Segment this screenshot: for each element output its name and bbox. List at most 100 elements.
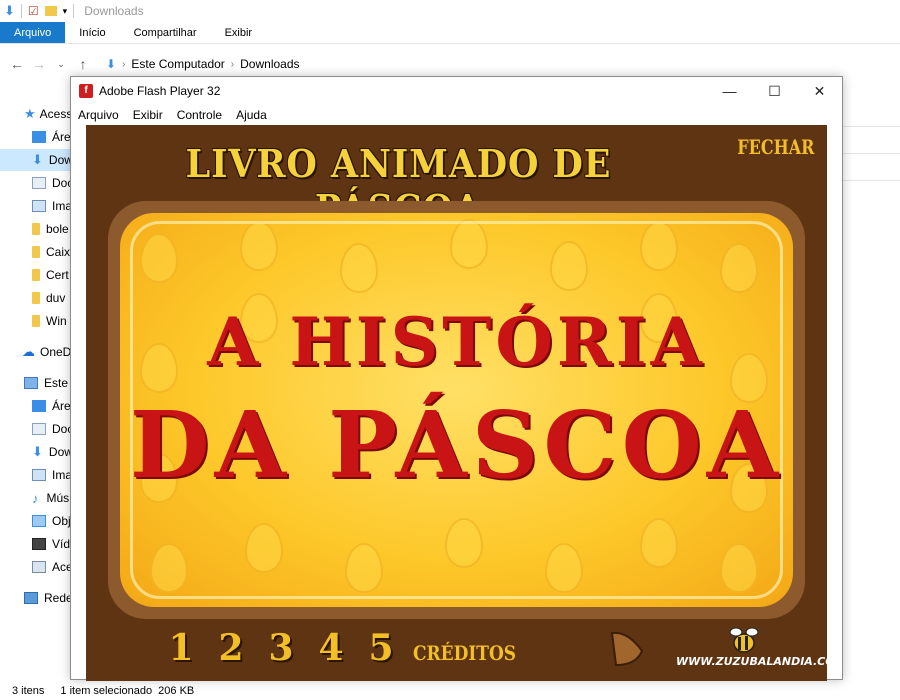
chevron-right-icon[interactable]: › — [122, 59, 125, 70]
tab-exibir[interactable]: Exibir — [211, 22, 267, 43]
address-row: ← → ⌄ ↑ ⬇ › Este Computador › Downloads — [0, 52, 900, 76]
folder-icon[interactable] — [44, 6, 57, 16]
download-icon: ⬇ — [32, 152, 43, 167]
computer-icon — [24, 377, 38, 389]
separator — [20, 4, 22, 18]
file-list-area — [842, 100, 900, 210]
bee-mascot-icon — [729, 627, 759, 653]
properties-icon[interactable]: ☑ — [28, 4, 39, 18]
back-arrow-icon[interactable]: ← — [6, 56, 28, 72]
page-3-button[interactable]: 3 — [256, 627, 306, 669]
maximize-button[interactable]: ☐ — [752, 77, 797, 105]
separator — [73, 4, 75, 18]
address-bar[interactable]: ⬇ › Este Computador › Downloads — [100, 53, 306, 75]
flash-stage[interactable]: LIVRO ANIMADO DE PÁSCOA FECHAR — [86, 125, 827, 681]
document-icon — [32, 423, 46, 435]
folder-icon — [32, 223, 40, 235]
document-icon — [32, 177, 46, 189]
up-arrow-icon[interactable]: ↑ — [72, 56, 94, 72]
sidebar-item-rede[interactable]: Rede — [0, 587, 75, 609]
close-button[interactable]: ✕ — [797, 77, 842, 105]
recent-dropdown-icon[interactable]: ⌄ — [50, 59, 72, 70]
music-icon: ♪ — [32, 490, 39, 506]
sidebar-item-area[interactable]: Área — [0, 126, 75, 148]
sidebar-item-downloads-2[interactable]: ⬇ Dow — [0, 441, 75, 463]
pin-icon: ★ — [24, 106, 36, 121]
next-arrow-icon[interactable] — [610, 629, 644, 669]
cover-board: A HISTÓRIA DA PÁSCOA — [108, 201, 805, 619]
sidebar-item-objetos-3d[interactable]: Obj — [0, 510, 75, 532]
quick-access-toolbar: ⬇ ☑ ▾ Downloads — [0, 0, 900, 22]
item-count: 3 itens — [12, 685, 45, 697]
sidebar-item-onedrive[interactable]: ☁ OneD — [0, 341, 75, 363]
breadcrumb-downloads[interactable]: Downloads — [240, 57, 299, 71]
sidebar-item-documentos-2[interactable]: Doc — [0, 418, 75, 440]
tab-inicio[interactable]: Início — [65, 22, 119, 43]
sidebar-item-imagens-2[interactable]: Ima — [0, 464, 75, 486]
menu-exibir[interactable]: Exibir — [126, 108, 170, 122]
download-icon: ⬇ — [32, 444, 43, 459]
page-2-button[interactable]: 2 — [206, 627, 256, 669]
navigation-pane: ★ Acess Área ⬇ Dow Doc Ima bole Caix Cert … — [0, 100, 75, 615]
menu-controle[interactable]: Controle — [170, 108, 229, 122]
page-1-button[interactable]: 1 — [156, 627, 206, 669]
sidebar-item-caix[interactable]: Caix — [0, 241, 75, 263]
menu-arquivo[interactable]: Arquivo — [71, 108, 126, 122]
site-link[interactable]: WWW.ZUZUBALANDIA.COM.BR — [676, 655, 827, 668]
sidebar-item-bole[interactable]: bole — [0, 218, 75, 240]
sidebar-item-acesso-rapido[interactable]: ★ Acess — [0, 103, 75, 125]
customize-dropdown-icon[interactable]: ▾ — [63, 6, 68, 17]
flash-menu-bar: Arquivo Exibir Controle Ajuda — [71, 105, 274, 125]
sidebar-item-este-computador[interactable]: Este C — [0, 372, 75, 394]
selection-size: 206 KB — [158, 685, 195, 697]
sidebar-item-duv[interactable]: duv — [0, 287, 75, 309]
folder-icon — [32, 246, 40, 258]
page-navigation: 1 2 3 4 5 — [156, 627, 406, 669]
drive-icon — [32, 561, 46, 573]
tab-arquivo[interactable]: Arquivo — [0, 22, 66, 43]
breadcrumb-este-computador[interactable]: Este Computador — [131, 57, 224, 71]
flash-logo-icon: f — [79, 84, 93, 98]
fechar-button[interactable]: FECHAR — [737, 135, 814, 159]
sidebar-item-imagens[interactable]: Ima — [0, 195, 75, 217]
tab-compartilhar[interactable]: Compartilhar — [120, 22, 211, 43]
flash-player-window: f Adobe Flash Player 32 — ☐ ✕ Arquivo Ex… — [70, 76, 843, 681]
chevron-right-icon[interactable]: › — [231, 59, 234, 70]
sidebar-item-cert[interactable]: Cert — [0, 264, 75, 286]
download-icon: ⬇ — [106, 57, 117, 71]
desktop-icon — [32, 131, 46, 143]
sidebar-item-videos[interactable]: Víde — [0, 533, 75, 555]
ribbon-tabs: Arquivo Início Compartilhar Exibir — [0, 22, 900, 44]
folder-icon — [32, 292, 40, 304]
folder-icon — [32, 315, 40, 327]
cube-icon — [32, 515, 46, 527]
page-5-button[interactable]: 5 — [356, 627, 406, 669]
status-bar: 3 itens 1 item selecionado 206 KB — [0, 682, 900, 700]
menu-ajuda[interactable]: Ajuda — [229, 108, 274, 122]
cover-line-1: A HISTÓRIA — [207, 303, 706, 381]
folder-icon — [32, 269, 40, 281]
sidebar-item-disco[interactable]: Ace — [0, 556, 75, 578]
sidebar-item-win[interactable]: Win — [0, 310, 75, 332]
selection-info: 1 item selecionado — [60, 685, 153, 697]
creditos-button[interactable]: CRÉDITOS — [413, 641, 516, 665]
flash-window-title: Adobe Flash Player 32 — [99, 84, 221, 98]
page-4-button[interactable]: 4 — [306, 627, 356, 669]
sidebar-item-documentos[interactable]: Doc — [0, 172, 75, 194]
flash-title-bar[interactable]: f Adobe Flash Player 32 — ☐ ✕ — [71, 77, 842, 105]
cloud-icon: ☁ — [22, 344, 35, 359]
image-icon — [32, 200, 46, 212]
cover-panel[interactable]: A HISTÓRIA DA PÁSCOA — [120, 213, 793, 607]
sidebar-item-area-2[interactable]: Área — [0, 395, 75, 417]
sidebar-item-musicas[interactable]: ♪ Mús — [0, 487, 75, 509]
explorer-window-title: Downloads — [84, 4, 144, 18]
video-icon — [32, 538, 46, 550]
network-icon — [24, 592, 38, 604]
forward-arrow-icon[interactable]: → — [28, 56, 50, 72]
sidebar-item-downloads[interactable]: ⬇ Dow — [0, 149, 75, 171]
minimize-button[interactable]: — — [707, 77, 752, 105]
download-icon[interactable]: ⬇ — [4, 3, 15, 19]
desktop-icon — [32, 400, 46, 412]
image-icon — [32, 469, 46, 481]
cover-line-2: DA PÁSCOA — [129, 391, 784, 499]
